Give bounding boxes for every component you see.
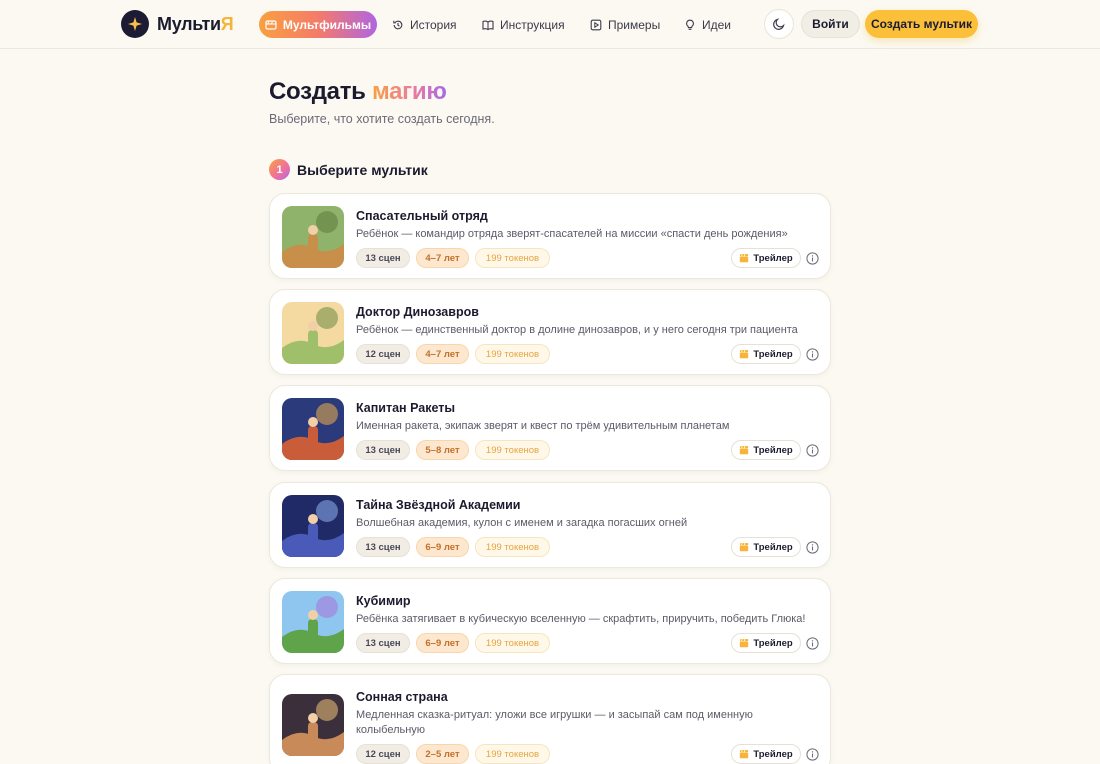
- theme-toggle-button[interactable]: [764, 9, 794, 39]
- clapperboard-icon: [740, 542, 749, 552]
- clapperboard-icon: [740, 638, 749, 648]
- trailer-button[interactable]: Трейлер: [731, 344, 801, 364]
- cartoon-thumbnail: [282, 694, 344, 756]
- cartoon-card[interactable]: Тайна Звёздной Академии Волшебная академ…: [269, 482, 831, 568]
- nav-ideas[interactable]: Идеи: [672, 11, 743, 38]
- trailer-button[interactable]: Трейлер: [731, 248, 801, 268]
- scenes-badge: 13 сцен: [356, 248, 410, 268]
- scenes-badge: 13 сцен: [356, 537, 410, 557]
- nav-cartoons-label: Мультфильмы: [282, 17, 372, 32]
- card-title: Доктор Динозавров: [356, 305, 479, 319]
- age-badge: 4–7 лет: [416, 344, 469, 364]
- tokens-badge: 199 токенов: [475, 440, 550, 460]
- tokens-badge: 199 токенов: [475, 537, 550, 557]
- card-title: Тайна Звёздной Академии: [356, 498, 521, 512]
- tokens-badge: 199 токенов: [475, 344, 550, 364]
- info-icon[interactable]: [806, 347, 819, 361]
- nav-examples-label: Примеры: [608, 17, 661, 32]
- cartoon-card[interactable]: Кубимир Ребёнка затягивает в кубическую …: [269, 578, 831, 664]
- trailer-label: Трейлер: [753, 348, 793, 360]
- card-title: Спасательный отряд: [356, 209, 488, 223]
- card-description: Медленная сказка-ритуал: уложи все игруш…: [356, 709, 753, 736]
- play-square-icon: [590, 19, 602, 30]
- trailer-label: Трейлер: [753, 252, 793, 264]
- moon-icon: [773, 18, 785, 30]
- nav-examples[interactable]: Примеры: [578, 11, 672, 38]
- cartoon-thumbnail: [282, 302, 344, 364]
- trailer-label: Трейлер: [753, 637, 793, 649]
- page-subtitle: Выберите, что хотите создать сегодня.: [269, 112, 495, 126]
- scenes-badge: 13 сцен: [356, 633, 410, 653]
- scenes-badge: 12 сцен: [356, 344, 410, 364]
- trailer-button[interactable]: Трейлер: [731, 633, 801, 653]
- trailer-button[interactable]: Трейлер: [731, 744, 801, 764]
- cartoon-thumbnail: [282, 206, 344, 268]
- age-badge: 5–8 лет: [416, 440, 469, 460]
- cartoon-thumbnail: [282, 398, 344, 460]
- clapperboard-icon: [740, 749, 749, 759]
- cartoon-thumbnail: [282, 495, 344, 557]
- step-label: Выберите мультик: [297, 161, 428, 178]
- nav-history[interactable]: История: [380, 11, 469, 38]
- card-title: Сонная страна: [356, 690, 448, 704]
- sparkle-logo-icon: [121, 10, 149, 38]
- login-button[interactable]: Войти: [801, 10, 860, 38]
- logo[interactable]: МультиЯ: [121, 10, 234, 38]
- info-icon[interactable]: [806, 251, 819, 265]
- step-number-badge: 1: [269, 159, 290, 180]
- age-badge: 6–9 лет: [416, 633, 469, 653]
- trailer-button[interactable]: Трейлер: [731, 537, 801, 557]
- nav-cartoons[interactable]: Мультфильмы: [259, 11, 377, 38]
- book-icon: [482, 20, 494, 30]
- clapperboard-icon: [740, 253, 749, 263]
- film-icon: [265, 19, 277, 30]
- scenes-badge: 13 сцен: [356, 440, 410, 460]
- trailer-label: Трейлер: [753, 444, 793, 456]
- tokens-badge: 199 токенов: [475, 633, 550, 653]
- age-badge: 4–7 лет: [416, 248, 469, 268]
- cartoon-thumbnail: [282, 591, 344, 653]
- tokens-badge: 199 токенов: [475, 248, 550, 268]
- nav-guide-label: Инструкция: [500, 17, 565, 32]
- clapperboard-icon: [740, 349, 749, 359]
- info-icon[interactable]: [806, 443, 819, 457]
- cartoon-card[interactable]: Сонная страна Медленная сказка-ритуал: у…: [269, 674, 831, 764]
- age-badge: 6–9 лет: [416, 537, 469, 557]
- logo-text: МультиЯ: [157, 13, 234, 34]
- lightbulb-icon: [686, 19, 694, 30]
- trailer-label: Трейлер: [753, 541, 793, 553]
- info-icon[interactable]: [806, 636, 819, 650]
- step-header: 1 Выберите мультик: [269, 159, 428, 180]
- card-title: Кубимир: [356, 594, 411, 608]
- info-icon[interactable]: [806, 540, 819, 554]
- nav-guide[interactable]: Инструкция: [470, 11, 577, 38]
- card-description: Ребёнка затягивает в кубическую вселенну…: [356, 613, 806, 625]
- clapperboard-icon: [740, 445, 749, 455]
- card-title: Капитан Ракеты: [356, 401, 456, 415]
- trailer-button[interactable]: Трейлер: [731, 440, 801, 460]
- card-description: Ребёнок — командир отряда зверят-спасате…: [356, 228, 788, 240]
- history-icon: [393, 20, 403, 29]
- card-description: Именная ракета, экипаж зверят и квест по…: [356, 420, 730, 432]
- cartoon-card[interactable]: Капитан Ракеты Именная ракета, экипаж зв…: [269, 385, 831, 471]
- scenes-badge: 12 сцен: [356, 744, 410, 764]
- cartoon-card[interactable]: Доктор Динозавров Ребёнок — единственный…: [269, 289, 831, 375]
- card-description: Волшебная академия, кулон с именем и заг…: [356, 517, 688, 529]
- nav-ideas-label: Идеи: [702, 17, 732, 32]
- info-icon[interactable]: [806, 747, 819, 761]
- card-description: Ребёнок — единственный доктор в долине д…: [356, 324, 798, 336]
- nav-history-label: История: [410, 17, 457, 32]
- trailer-label: Трейлер: [753, 748, 793, 760]
- cartoon-card[interactable]: Спасательный отряд Ребёнок — командир от…: [269, 193, 831, 279]
- create-cartoon-button[interactable]: Создать мультик: [865, 10, 978, 38]
- top-nav-bar: МультиЯ Мультфильмы История Инструкция П…: [0, 0, 1100, 49]
- age-badge: 2–5 лет: [416, 744, 469, 764]
- tokens-badge: 199 токенов: [475, 744, 550, 764]
- page-title: Создать магию: [269, 78, 447, 105]
